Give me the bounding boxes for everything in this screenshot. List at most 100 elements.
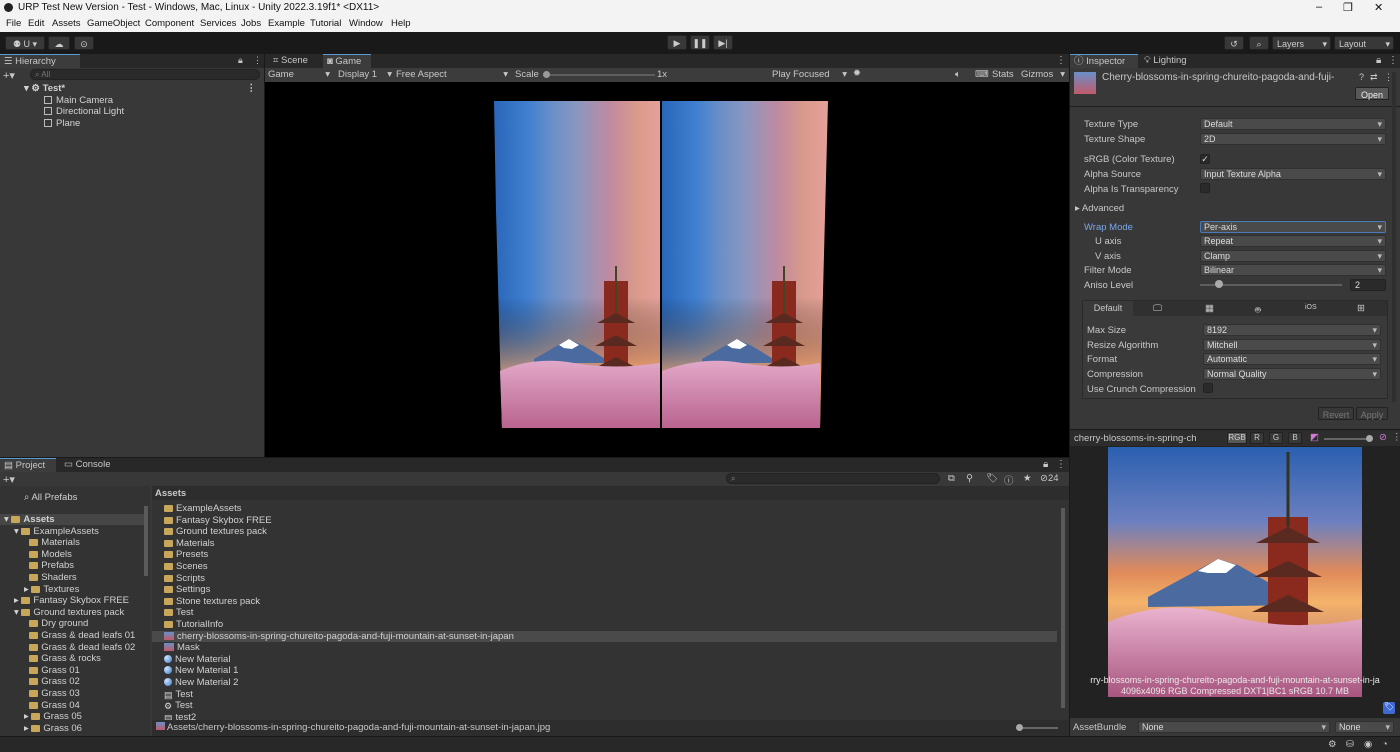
favorite-star-icon[interactable]: ★ xyxy=(1023,473,1032,484)
graphics-jobs-icon[interactable]: ⚙ xyxy=(1328,739,1337,750)
menu-jobs[interactable]: Jobs xyxy=(241,18,261,29)
tab-scene[interactable]: ⌗ Scene xyxy=(269,54,321,68)
revert-button[interactable]: Revert xyxy=(1318,407,1354,420)
aspect-dropdown[interactable]: Free Aspect ▾ xyxy=(396,69,508,80)
foldout-arrow-icon[interactable]: ▾ xyxy=(14,526,21,537)
tab-hierarchy[interactable]: ☰ Hierarchy xyxy=(0,54,80,68)
alpha-source-dropdown[interactable]: Input Texture Alpha xyxy=(1200,168,1386,180)
cloud-icon[interactable]: ☁ xyxy=(48,36,70,50)
resize-algorithm-dropdown[interactable]: Mitchell xyxy=(1203,339,1381,351)
menu-gameobject[interactable]: GameObject xyxy=(87,18,140,29)
tab-inspector[interactable]: ⓘ Inspector xyxy=(1070,54,1138,68)
scene-kebab-icon[interactable]: ⋮ xyxy=(247,83,257,94)
search-icon[interactable]: ⌕ xyxy=(1249,36,1269,50)
scene-root[interactable]: ▾ ⚙ Test* ⋮ xyxy=(24,83,262,94)
aniso-level-input[interactable]: 2 xyxy=(1350,279,1386,291)
maximize-button[interactable]: ❐ xyxy=(1343,1,1353,14)
file-item[interactable]: Scripts xyxy=(152,573,1057,584)
file-item[interactable]: Fantasy Skybox FREE xyxy=(152,515,1057,526)
play-focused-dropdown[interactable]: Play Focused ▾ xyxy=(772,69,847,80)
tab-platform-default[interactable]: Default xyxy=(1083,301,1133,316)
foldout-arrow-icon[interactable]: ▸ xyxy=(24,584,31,595)
shortcuts-icon[interactable]: ⌨ xyxy=(975,69,989,80)
cache-server-icon[interactable]: ⛁ xyxy=(1346,739,1354,750)
tab-console[interactable]: ▭ Console xyxy=(60,458,116,472)
tree-item[interactable]: ▸ Fantasy Skybox FREE xyxy=(14,595,129,606)
android-platform-icon[interactable]: 🤖︎ xyxy=(1255,303,1261,317)
tree-scrollbar[interactable] xyxy=(144,506,148,576)
foldout-arrow-icon[interactable]: ▾ xyxy=(14,607,21,618)
compression-dropdown[interactable]: Normal Quality xyxy=(1203,368,1381,380)
menu-example[interactable]: Example xyxy=(268,18,305,29)
file-item[interactable]: ⚙ Test xyxy=(152,700,1057,712)
menu-help[interactable]: Help xyxy=(391,18,411,29)
project-lock-icon[interactable]: 🔒︎ xyxy=(1043,459,1048,470)
menu-window[interactable]: Window xyxy=(349,18,383,29)
icon-size-slider[interactable] xyxy=(1018,727,1058,729)
foldout-arrow-icon[interactable]: ▸ xyxy=(24,723,31,734)
close-button[interactable]: ✕ xyxy=(1374,1,1383,14)
kebab-menu-icon[interactable]: ⋮ xyxy=(253,55,262,66)
inspector-scrollbar[interactable] xyxy=(1392,72,1396,402)
menu-component[interactable]: Component xyxy=(145,18,194,29)
account-button[interactable]: ⚉ U ▾ xyxy=(5,36,45,50)
game-mode-dropdown[interactable]: Game ▾ xyxy=(268,69,330,80)
tree-item[interactable]: Models xyxy=(24,549,72,560)
tab-project[interactable]: ▤ Project xyxy=(0,458,56,472)
preview-kebab-icon[interactable]: ⋮ xyxy=(1392,432,1400,443)
menu-services[interactable]: Services xyxy=(200,18,236,29)
inspector-kebab-icon[interactable]: ⋮ xyxy=(1388,55,1398,66)
advanced-foldout[interactable]: ▸ Advanced xyxy=(1075,203,1124,214)
tree-item[interactable]: Prefabs xyxy=(24,560,74,571)
search-by-label-icon[interactable]: ⚲ xyxy=(966,473,973,484)
tree-item[interactable]: Grass 04 xyxy=(24,700,80,711)
file-item[interactable]: Mask xyxy=(152,642,1057,653)
hidden-packages-icon[interactable]: ⊘24 xyxy=(1040,473,1059,484)
tree-item[interactable]: ▾ Assets xyxy=(0,514,144,525)
scale-slider-handle[interactable] xyxy=(543,71,550,78)
tree-item[interactable]: Grass 01 xyxy=(24,665,80,676)
alpha-transparency-checkbox[interactable] xyxy=(1200,183,1210,193)
step-button[interactable]: ▶| xyxy=(713,35,733,50)
filter-mode-dropdown[interactable]: Bilinear xyxy=(1200,264,1386,276)
apply-button[interactable]: Apply xyxy=(1356,407,1388,420)
assetbundle-variant-dropdown[interactable]: None xyxy=(1335,721,1394,733)
tree-item[interactable]: Grass 03 xyxy=(24,688,80,699)
hierarchy-item[interactable]: Directional Light xyxy=(44,106,124,117)
file-item[interactable]: Stone textures pack xyxy=(152,596,1057,607)
history-icon[interactable]: ↺ xyxy=(1224,36,1244,50)
layers-dropdown[interactable]: Layers ▾ xyxy=(1272,36,1331,50)
aniso-slider-handle[interactable] xyxy=(1214,280,1223,288)
stats-button[interactable]: Stats xyxy=(992,69,1014,80)
max-size-dropdown[interactable]: 8192 xyxy=(1203,324,1381,336)
file-item[interactable]: Scenes xyxy=(152,561,1057,572)
tree-item[interactable]: Grass & dead leafs 02 xyxy=(24,642,135,653)
texture-type-dropdown[interactable]: Default xyxy=(1200,118,1386,130)
foldout-arrow-icon[interactable]: ▸ xyxy=(14,595,21,606)
file-item[interactable]: Materials xyxy=(152,538,1057,549)
tag-icon[interactable]: 🏷︎ xyxy=(986,473,998,484)
add-icon[interactable]: +▾ xyxy=(3,69,15,82)
assetbundle-name-dropdown[interactable]: None xyxy=(1138,721,1330,733)
webgl-platform-icon[interactable]: ▦ xyxy=(1205,303,1214,314)
file-item[interactable]: Presets xyxy=(152,549,1057,560)
menu-edit[interactable]: Edit xyxy=(28,18,44,29)
srgb-checkbox[interactable]: ✓ xyxy=(1200,154,1210,164)
breadcrumb[interactable]: Assets xyxy=(155,488,186,499)
g-channel-button[interactable]: G xyxy=(1269,432,1283,444)
mip-slider[interactable] xyxy=(1324,438,1370,440)
tree-item[interactable]: Grass & dead leafs 01 xyxy=(24,630,135,641)
file-item[interactable]: Ground textures pack xyxy=(152,526,1057,537)
lock-icon[interactable]: 🔒︎ xyxy=(238,55,243,66)
info-icon[interactable]: ⓘ xyxy=(1004,473,1014,487)
alpha-channel-icon[interactable]: ◩ xyxy=(1310,432,1319,443)
bug-icon[interactable]: ✹ xyxy=(853,68,861,79)
file-item[interactable]: TutorialInfo xyxy=(152,619,1057,630)
tree-item[interactable]: ▸ Grass 06 xyxy=(24,723,82,734)
standalone-platform-icon[interactable]: 🖵︎ xyxy=(1153,303,1162,314)
v-axis-dropdown[interactable]: Clamp xyxy=(1200,250,1386,262)
scale-slider[interactable] xyxy=(545,74,655,76)
hierarchy-item[interactable]: Main Camera xyxy=(44,95,113,106)
menu-tutorial[interactable]: Tutorial xyxy=(310,18,341,29)
project-kebab-icon[interactable]: ⋮ xyxy=(1056,459,1066,470)
